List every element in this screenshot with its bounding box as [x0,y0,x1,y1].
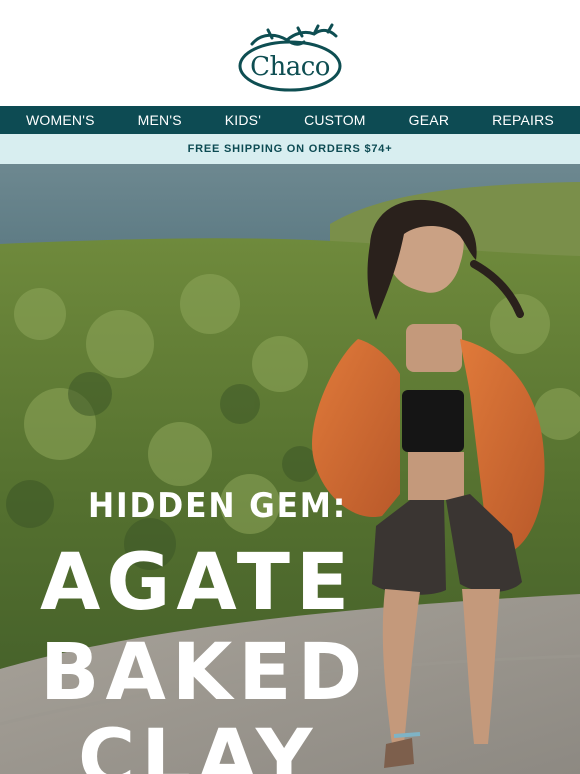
email-header: Chaco [0,0,580,106]
hero-headline-line-3: CLAY [78,714,319,774]
nav-item-womens[interactable]: WOMEN'S [26,112,95,128]
nav-item-mens[interactable]: MEN'S [138,112,182,128]
nav-item-gear[interactable]: GEAR [409,112,449,128]
promo-banner[interactable]: FREE SHIPPING ON ORDERS $74+ [0,134,580,164]
main-navigation: WOMEN'S MEN'S KIDS' CUSTOM GEAR REPAIRS [0,106,580,134]
hero-kicker: HIDDEN GEM: [88,486,348,526]
hero-headline-line-1: AGATE [40,538,356,628]
hero-image[interactable]: HIDDEN GEM: AGATE BAKED CLAY [0,164,580,774]
chaco-logo[interactable]: Chaco [232,22,348,94]
hero-headline-line-2: BAKED [40,628,369,718]
nav-item-kids[interactable]: KIDS' [225,112,261,128]
nav-item-custom[interactable]: CUSTOM [304,112,366,128]
nav-item-repairs[interactable]: REPAIRS [492,112,554,128]
promo-text: FREE SHIPPING ON ORDERS $74+ [187,143,393,155]
brand-name: Chaco [250,52,330,82]
